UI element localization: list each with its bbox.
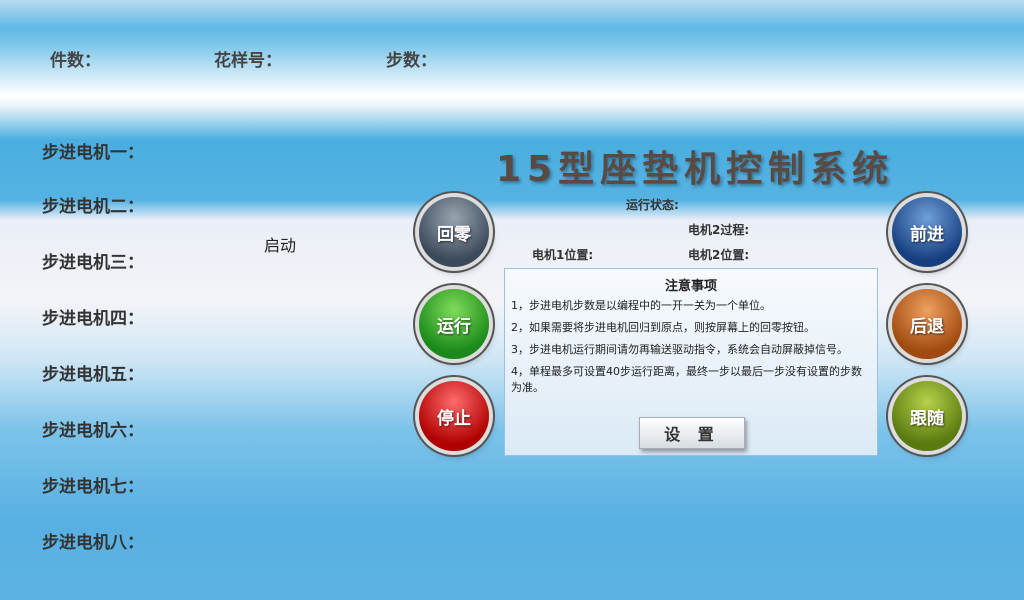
motor-3-label: 步进电机三： [42, 253, 144, 273]
motor-6-label: 步进电机六： [42, 421, 144, 441]
settings-button[interactable]: 设 置 [639, 417, 745, 449]
home-button-label: 回零 [437, 224, 471, 245]
count-label: 件数： [50, 51, 101, 71]
run-state-label: 运行状态: [626, 198, 679, 212]
run-button[interactable]: 运行 [419, 289, 489, 359]
stop-button[interactable]: 停止 [419, 381, 489, 451]
motor-5-label: 步进电机五： [42, 365, 144, 385]
start-status-text: 启动 [264, 236, 297, 255]
forward-button[interactable]: 前进 [892, 197, 962, 267]
home-button[interactable]: 回零 [419, 197, 489, 267]
motor2-position-label: 电机2位置: [688, 248, 750, 262]
motor-8-label: 步进电机八： [42, 533, 144, 553]
pattern-label: 花样号： [214, 51, 282, 71]
back-button[interactable]: 后退 [892, 289, 962, 359]
motor-2-label: 步进电机二： [42, 197, 144, 217]
follow-button-label: 跟随 [910, 408, 944, 429]
notice-item-4: 4，单程最多可设置40步运行距离，最终一步以最后一步没有设置的步数为准。 [511, 365, 862, 394]
motor1-position-label: 电机1位置: [532, 248, 594, 262]
motor2-process-label: 电机2过程: [688, 223, 750, 237]
motor-4-label: 步进电机四： [42, 309, 144, 329]
run-button-label: 运行 [437, 316, 471, 337]
forward-button-label: 前进 [910, 224, 944, 245]
notice-item-1: 1，步进电机步数是以编程中的一开一关为一个单位。 [511, 299, 771, 312]
notice-item-2: 2，如果需要将步进电机回归到原点，则按屏幕上的回零按钮。 [511, 321, 815, 334]
page-title: 15型座垫机控制系统 [496, 149, 895, 190]
notice-title: 注意事项 [664, 279, 717, 294]
steps-label: 步数： [386, 51, 437, 71]
follow-button[interactable]: 跟随 [892, 381, 962, 451]
notice-panel: 注意事项 1，步进电机步数是以编程中的一开一关为一个单位。 2，如果需要将步进电… [504, 268, 878, 456]
back-button-label: 后退 [910, 316, 944, 337]
motor-7-label: 步进电机七： [42, 477, 144, 497]
motor-1-label: 步进电机一： [42, 143, 144, 163]
notice-item-3: 3，步进电机运行期间请勿再输送驱动指令，系统会自动屏蔽掉信号。 [511, 343, 848, 356]
stop-button-label: 停止 [437, 408, 471, 429]
